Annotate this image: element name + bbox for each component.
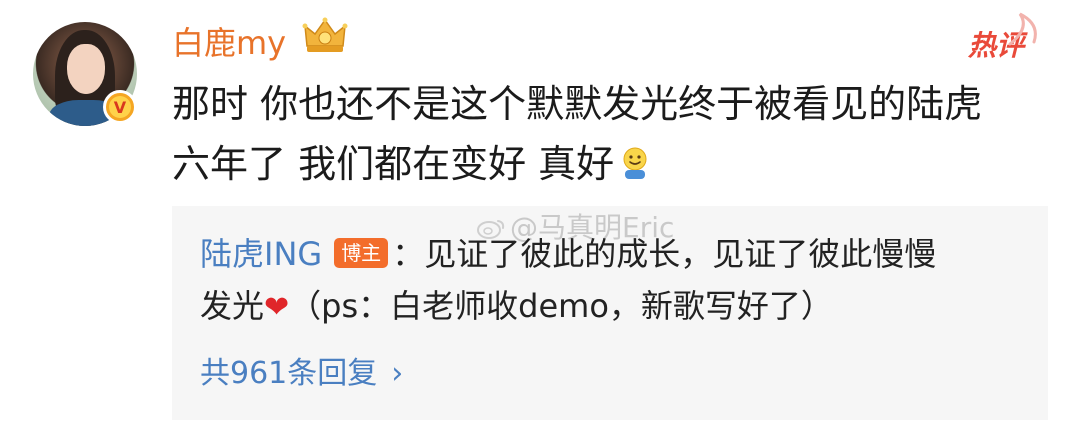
- chevron-right-icon: ›: [391, 356, 404, 391]
- reply-comment[interactable]: 陆虎ING 博主 ：见证了彼此的成长，见证了彼此慢慢 发光❤（ps：白老师收demo…: [200, 228, 1020, 334]
- reply-count-label: 共961条回复: [200, 356, 378, 391]
- avatar-face: [67, 44, 105, 94]
- post-content-line: 六年了 我们都在变好 真好: [172, 134, 1052, 194]
- reply-text-line2-suffix: （ps：白老师收demo，新歌写好了）: [289, 287, 833, 325]
- smiling-face-emoji-icon: [623, 147, 647, 179]
- hot-swirl-icon: [1008, 12, 1037, 46]
- username-link[interactable]: 白鹿my: [172, 18, 286, 64]
- post-content: 那时 你也还不是这个默默发光终于被看见的陆虎 六年了 我们都在变好 真好: [172, 74, 1052, 194]
- verified-badge-icon: V: [103, 90, 137, 124]
- reply-line: 发光❤（ps：白老师收demo，新歌写好了）: [200, 280, 1020, 334]
- view-replies-link[interactable]: 共961条回复 ›: [200, 348, 403, 392]
- reply-text-line2-prefix: 发光: [200, 287, 265, 325]
- author-badge: 博主: [334, 238, 389, 268]
- crown-badge-icon: [302, 17, 348, 52]
- reply-text-line1: ：见证了彼此的成长，见证了彼此慢慢: [392, 235, 937, 273]
- post-content-line: 那时 你也还不是这个默默发光终于被看见的陆虎: [172, 82, 983, 126]
- post-content-text: 六年了 我们都在变好 真好: [172, 142, 615, 186]
- reply-author-link[interactable]: 陆虎ING: [200, 235, 322, 273]
- heart-icon: ❤: [264, 290, 290, 325]
- reply-line: 陆虎ING 博主 ：见证了彼此的成长，见证了彼此慢慢: [200, 228, 1020, 280]
